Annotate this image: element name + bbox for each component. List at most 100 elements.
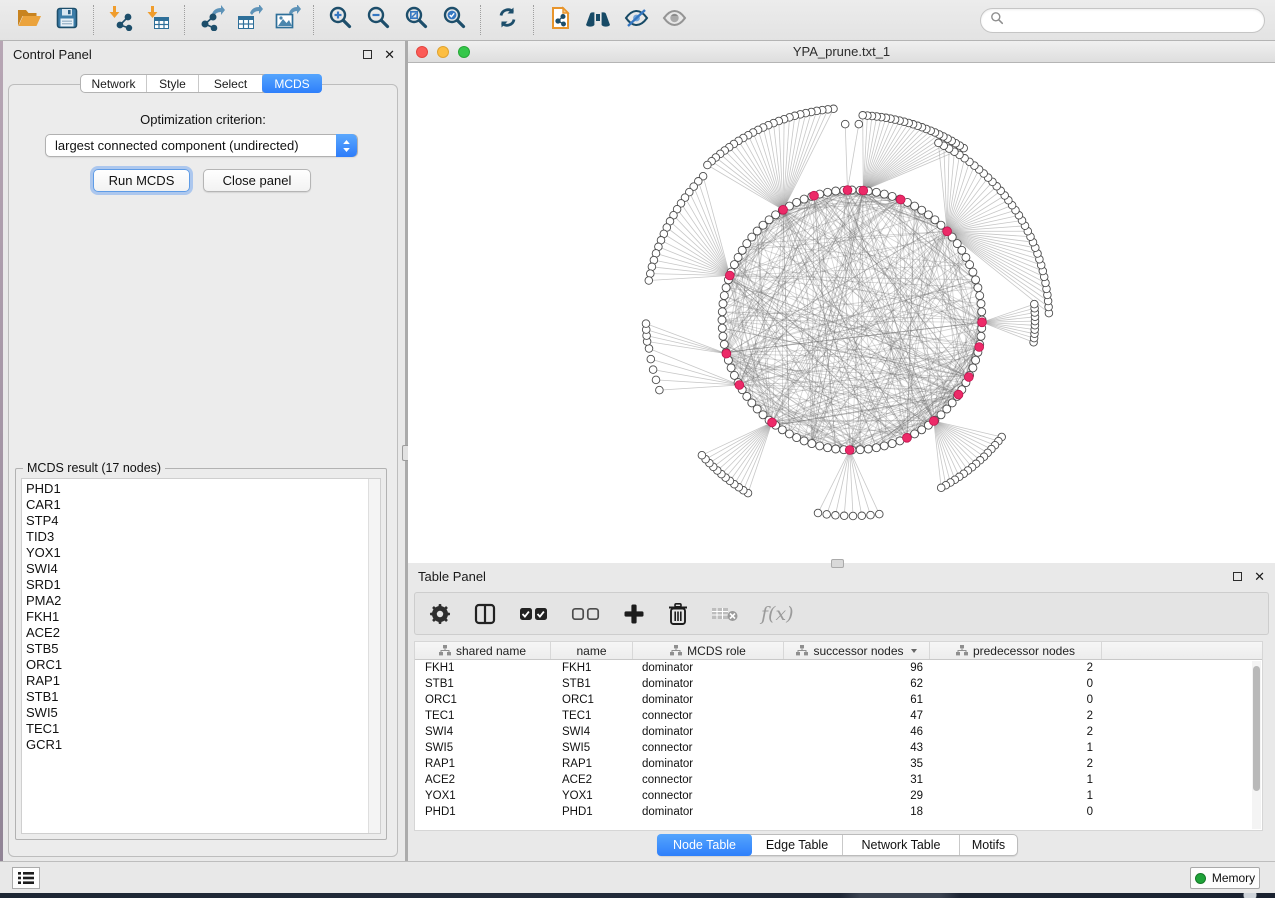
table-row[interactable]: STB1STB1dominator620 bbox=[415, 676, 1262, 692]
graph-dominator-node[interactable] bbox=[964, 373, 973, 382]
table-row[interactable]: ORC1ORC1dominator610 bbox=[415, 692, 1262, 708]
column-settings-button[interactable] bbox=[429, 603, 451, 625]
graph-leaf-node[interactable] bbox=[849, 512, 857, 520]
tab-network-table[interactable]: Network Table bbox=[843, 835, 960, 855]
graph-node[interactable] bbox=[888, 440, 896, 448]
table-cell[interactable]: connector bbox=[633, 788, 784, 804]
delete-column-button[interactable] bbox=[667, 602, 689, 626]
graph-dominator-node[interactable] bbox=[903, 433, 912, 442]
table-cell[interactable]: dominator bbox=[633, 676, 784, 692]
table-cell[interactable]: 1 bbox=[930, 772, 1102, 788]
mcds-result-item[interactable]: SWI4 bbox=[22, 561, 368, 577]
table-cell[interactable]: 61 bbox=[784, 692, 930, 708]
horizontal-splitter-grip[interactable] bbox=[831, 559, 844, 568]
graph-node[interactable] bbox=[720, 340, 728, 348]
graph-leaf-node[interactable] bbox=[841, 120, 849, 128]
graph-node[interactable] bbox=[824, 444, 832, 452]
mcds-result-item[interactable]: FKH1 bbox=[22, 609, 368, 625]
tab-node-table[interactable]: Node Table bbox=[657, 834, 752, 856]
import-table-button[interactable] bbox=[139, 3, 177, 37]
table-cell[interactable]: TEC1 bbox=[551, 708, 633, 724]
table-row[interactable]: SWI5SWI5connector431 bbox=[415, 740, 1262, 756]
graph-leaf-node[interactable] bbox=[642, 320, 650, 328]
graph-node[interactable] bbox=[718, 308, 726, 316]
column-header-shared-name[interactable]: shared name bbox=[415, 642, 551, 659]
network-canvas[interactable] bbox=[408, 63, 1275, 563]
graph-dominator-node[interactable] bbox=[954, 390, 963, 399]
mcds-result-item[interactable]: SRD1 bbox=[22, 577, 368, 593]
graph-node[interactable] bbox=[856, 446, 864, 454]
table-cell[interactable]: STB1 bbox=[415, 676, 551, 692]
graph-dominator-node[interactable] bbox=[929, 417, 938, 426]
graph-node[interactable] bbox=[972, 276, 980, 284]
graph-node[interactable] bbox=[734, 253, 742, 261]
criterion-dropdown[interactable]: largest connected component (undirected) bbox=[45, 134, 358, 157]
table-scrollbar[interactable] bbox=[1252, 661, 1261, 829]
graph-node[interactable] bbox=[824, 188, 832, 196]
column-header-mcds-role[interactable]: MCDS role bbox=[633, 642, 784, 659]
table-cell[interactable]: 1 bbox=[930, 788, 1102, 804]
maximize-window-icon[interactable] bbox=[458, 46, 470, 58]
table-cell[interactable]: 0 bbox=[930, 676, 1102, 692]
graph-leaf-node[interactable] bbox=[648, 263, 656, 271]
tab-mcds[interactable]: MCDS bbox=[262, 74, 322, 93]
graph-dominator-node[interactable] bbox=[943, 227, 952, 236]
minimize-window-icon[interactable] bbox=[437, 46, 449, 58]
graph-node[interactable] bbox=[718, 316, 726, 324]
graph-node[interactable] bbox=[832, 445, 840, 453]
table-cell[interactable]: 31 bbox=[784, 772, 930, 788]
run-mcds-button[interactable]: Run MCDS bbox=[93, 169, 190, 192]
graph-dominator-node[interactable] bbox=[725, 271, 734, 280]
zoom-selected-button[interactable] bbox=[435, 3, 473, 37]
column-header-name[interactable]: name bbox=[551, 642, 633, 659]
graph-node[interactable] bbox=[966, 261, 974, 269]
search-input[interactable] bbox=[1009, 13, 1249, 27]
table-row[interactable]: RAP1RAP1dominator352 bbox=[415, 756, 1262, 772]
table-cell[interactable]: ORC1 bbox=[415, 692, 551, 708]
table-cell[interactable]: YOX1 bbox=[551, 788, 633, 804]
graph-leaf-node[interactable] bbox=[814, 509, 822, 517]
table-scrollbar-thumb[interactable] bbox=[1253, 666, 1260, 791]
zoom-out-button[interactable] bbox=[359, 3, 397, 37]
network-window-titlebar[interactable]: YPA_prune.txt_1 bbox=[408, 41, 1275, 63]
tab-select[interactable]: Select bbox=[199, 75, 263, 92]
table-cell[interactable]: RAP1 bbox=[551, 756, 633, 772]
table-row[interactable]: YOX1YOX1connector291 bbox=[415, 788, 1262, 804]
show-columns-button[interactable] bbox=[473, 602, 497, 626]
table-row[interactable]: FKH1FKH1dominator962 bbox=[415, 660, 1262, 676]
table-cell[interactable]: 62 bbox=[784, 676, 930, 692]
graph-leaf-node[interactable] bbox=[645, 345, 653, 353]
table-cell[interactable]: PHD1 bbox=[415, 804, 551, 820]
table-cell[interactable]: 96 bbox=[784, 660, 930, 676]
graph-leaf-node[interactable] bbox=[832, 512, 840, 520]
graph-leaf-node[interactable] bbox=[698, 451, 706, 459]
graph-node[interactable] bbox=[872, 444, 880, 452]
table-cell[interactable]: 47 bbox=[784, 708, 930, 724]
graph-node[interactable] bbox=[800, 195, 808, 203]
mcds-result-item[interactable]: RAP1 bbox=[22, 673, 368, 689]
show-all-button[interactable] bbox=[655, 3, 693, 37]
graph-node[interactable] bbox=[722, 284, 730, 292]
mcds-result-item[interactable]: CAR1 bbox=[22, 497, 368, 513]
graph-node[interactable] bbox=[800, 437, 808, 445]
graph-dominator-node[interactable] bbox=[779, 205, 788, 214]
table-cell[interactable]: dominator bbox=[633, 660, 784, 676]
close-panel-icon[interactable]: ✕ bbox=[384, 48, 395, 61]
network-graph[interactable] bbox=[408, 63, 1275, 563]
graph-leaf-node[interactable] bbox=[858, 512, 866, 520]
table-cell[interactable]: connector bbox=[633, 772, 784, 788]
table-cell[interactable]: TEC1 bbox=[415, 708, 551, 724]
table-row[interactable]: SWI4SWI4dominator462 bbox=[415, 724, 1262, 740]
graph-node[interactable] bbox=[718, 324, 726, 332]
graph-leaf-node[interactable] bbox=[867, 511, 875, 519]
graph-node[interactable] bbox=[785, 430, 793, 438]
table-cell[interactable]: 18 bbox=[784, 804, 930, 820]
table-cell[interactable]: YOX1 bbox=[415, 788, 551, 804]
memory-button[interactable]: Memory bbox=[1190, 867, 1260, 889]
import-network-button[interactable] bbox=[101, 3, 139, 37]
table-cell[interactable]: SWI5 bbox=[551, 740, 633, 756]
clear-table-button[interactable] bbox=[711, 605, 739, 623]
table-cell[interactable]: connector bbox=[633, 708, 784, 724]
graph-node[interactable] bbox=[911, 202, 919, 210]
graph-leaf-node[interactable] bbox=[876, 510, 884, 518]
